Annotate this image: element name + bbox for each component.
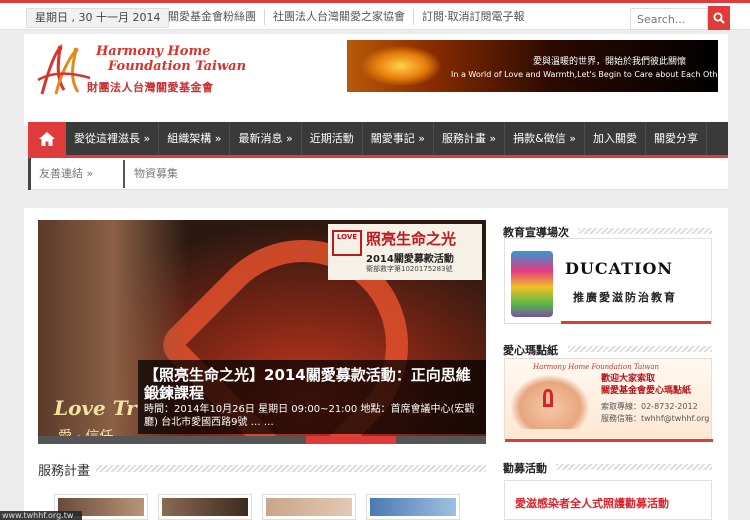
card-line2: 關愛基金會愛心瑪點紙 <box>601 386 692 396</box>
sub-nav-divider <box>123 160 125 188</box>
date-display: 星期日 , 30 十一月 2014 <box>26 8 170 28</box>
services-section-title: 服務計畫 <box>38 460 97 479</box>
education-word: DUCATION <box>565 259 674 278</box>
slider-caption[interactable]: 【照亮生命之光】2014關愛募款活動：正向思維鍛鍊課程 時間：2014年10月2… <box>138 360 486 434</box>
candle-flame-image <box>361 46 441 86</box>
banner-zh-text: 愛與溫暖的世界，開始於我們彼此關懷 <box>533 57 687 67</box>
sign-subtitle: 2014關愛募款活動 <box>366 254 454 265</box>
fundraising-text: 愛滋感染者全人式照護勸募活動 <box>515 497 669 510</box>
accent-line <box>505 439 713 442</box>
nav-item-services[interactable]: 服務計畫 » <box>434 122 506 155</box>
sub-nav: 友善連結 » 物資募集 <box>28 158 728 190</box>
nav-item-chronicle[interactable]: 關愛事記 » <box>363 122 434 155</box>
card-line4: 服務信箱：twhhf@twhhf.org <box>601 414 710 423</box>
top-bar: 星期日 , 30 十一月 2014 關愛基金會粉絲團 社團法人台灣關愛之家協會 … <box>0 0 750 30</box>
education-subtitle: 推廣愛滋防治教育 <box>573 291 677 304</box>
site-header: Harmony Home Foundation Taiwan 財團法人台灣關愛基… <box>24 34 728 126</box>
sidebar-stripe <box>568 346 712 352</box>
event-sign: LOVE 照亮生命之光 2014關愛募款活動 衛部救字第1020175283號 <box>328 224 482 280</box>
slider-caption-title[interactable]: 【照亮生命之光】2014關愛募款活動：正向思維鍛鍊課程 <box>144 366 480 402</box>
service-thumb[interactable] <box>366 494 460 520</box>
logo-en-line2: Foundation Taiwan <box>108 59 247 74</box>
sub-nav-supplies[interactable]: 物資募集 <box>134 158 178 190</box>
nav-item-news[interactable]: 最新消息 » <box>230 122 302 155</box>
sign-note: 衛部救字第1020175283號 <box>366 265 453 273</box>
nav-item-donate[interactable]: 捐款&徵信 » <box>505 122 585 155</box>
main-nav: 愛從這裡滋長 » 組織架構 » 最新消息 » 近期活動 關愛事記 » 服務計畫 … <box>28 122 728 158</box>
logo-chinese[interactable]: 財團法人台灣關愛基金會 <box>87 79 214 95</box>
nav-item-join[interactable]: 加入關愛 <box>585 122 646 155</box>
colorful-people-icon <box>511 251 553 317</box>
slider-progress-bar <box>38 436 486 444</box>
education-banner[interactable]: DUCATION 推廣愛滋防治教育 <box>504 238 712 324</box>
nav-item-organization[interactable]: 組織架構 » <box>159 122 231 155</box>
sub-nav-friendly-links[interactable]: 友善連結 » <box>28 158 101 190</box>
sidebar-fund-title: 勸募活動 <box>503 462 547 475</box>
card-line3: 索取專線：02-8732-2012 <box>601 402 698 411</box>
banner-en-text: In a World of Love and Warmth,Let's Begi… <box>451 70 718 79</box>
top-link-newsletter[interactable]: 訂閱‧取消訂閱電子報 <box>414 9 533 25</box>
accent-line <box>561 321 711 324</box>
service-thumb[interactable] <box>262 494 356 520</box>
sidebar-stripe <box>578 228 712 234</box>
sidebar-card-title: 愛心瑪點紙 <box>503 344 558 357</box>
service-thumb[interactable] <box>158 494 252 520</box>
search-icon <box>713 12 725 24</box>
search-input[interactable] <box>630 8 708 30</box>
fundraising-banner[interactable]: 愛滋感染者全人式照護勸募活動 <box>504 480 712 520</box>
card-logo: Harmony Home Foundation Taiwan <box>533 363 660 371</box>
nav-item-share[interactable]: 關愛分享 <box>646 122 707 155</box>
header-banner[interactable]: 愛與溫暖的世界，開始於我們彼此關懷 In a World of Love and… <box>347 40 718 92</box>
slider-progress-fill <box>306 436 396 444</box>
nav-item-events[interactable]: 近期活動 <box>302 122 363 155</box>
nav-home-button[interactable] <box>28 122 66 155</box>
top-link-association[interactable]: 社團法人台灣關愛之家協會 <box>265 9 414 25</box>
love-text: Love Tr <box>54 396 137 420</box>
sidebar-stripe <box>556 464 712 470</box>
red-ribbon-icon <box>543 389 553 407</box>
sign-title: 照亮生命之光 <box>366 230 457 248</box>
logo-english[interactable]: Harmony Home Foundation Taiwan <box>96 44 246 74</box>
featured-slider[interactable]: LOVE 照亮生命之光 2014關愛募款活動 衛部救字第1020175283號 … <box>38 220 486 444</box>
search-button[interactable] <box>708 6 730 30</box>
services-section-header: 服務計畫 <box>38 460 486 479</box>
nav-item-about[interactable]: 愛從這裡滋長 » <box>66 122 160 155</box>
top-link-fanpage[interactable]: 關愛基金會粉絲團 <box>160 9 265 25</box>
card-banner[interactable]: Harmony Home Foundation Taiwan 歡迎大家索取 關愛… <box>504 358 713 442</box>
slider-caption-meta: 時間：2014年10月26日 星期日 09:00~21:00 地點：首席會議中心… <box>144 404 475 428</box>
services-thumbnails <box>54 494 460 520</box>
home-icon <box>39 131 55 146</box>
logo-mark-icon[interactable] <box>34 42 94 104</box>
love-badge-icon: LOVE <box>332 230 362 256</box>
top-links: 關愛基金會粉絲團 社團法人台灣關愛之家協會 訂閱‧取消訂閱電子報 <box>160 9 533 25</box>
logo-en-line1: Harmony Home <box>96 44 211 59</box>
section-stripe <box>38 465 486 472</box>
browser-status-bar: www.twhhf.org.tw <box>0 511 82 520</box>
